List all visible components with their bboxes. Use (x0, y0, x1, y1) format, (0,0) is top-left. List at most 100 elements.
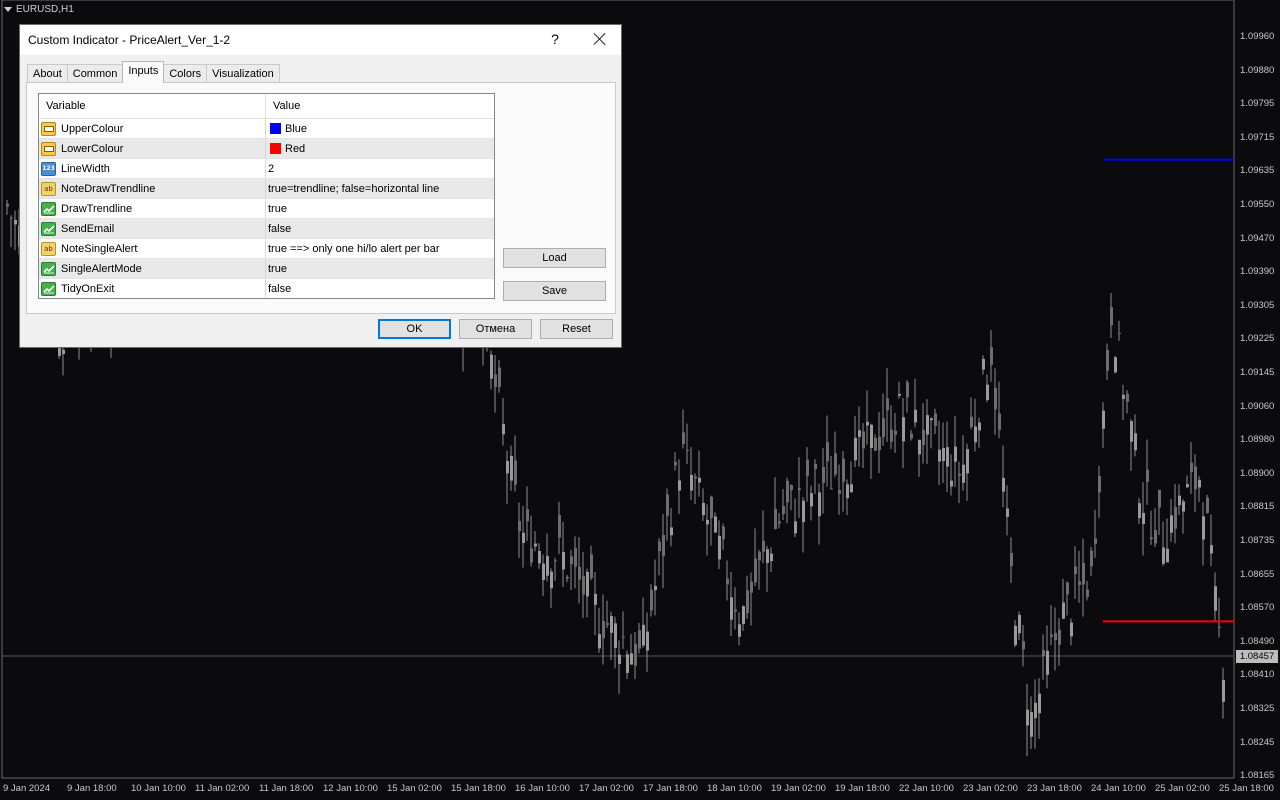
candle-body (10, 217, 13, 219)
color-type-icon (41, 121, 56, 136)
candle-body (890, 429, 893, 442)
variable-name: UpperColour (61, 122, 124, 135)
ok-button[interactable]: OK (378, 319, 451, 339)
candle-body (1126, 393, 1129, 402)
tab-common[interactable]: Common (66, 64, 124, 83)
variable-cell[interactable]: 123 LineWidth (39, 159, 266, 178)
variable-cell[interactable]: SendEmail (39, 219, 266, 238)
inputs-panel: Variable Value UpperColour Blue LowerColou… (26, 82, 616, 314)
table-row[interactable]: TidyOnExit false (39, 279, 494, 298)
time-tick-label: 18 Jan 10:00 (707, 783, 762, 794)
help-button[interactable]: ? (548, 31, 562, 47)
integer-type-icon: 123 (41, 161, 56, 176)
tab-about[interactable]: About (27, 64, 68, 83)
variable-cell[interactable]: TidyOnExit (39, 279, 266, 298)
table-row[interactable]: LowerColour Red (39, 139, 494, 159)
candle-body (1182, 501, 1185, 512)
reset-button[interactable]: Reset (540, 319, 613, 339)
candle-body (666, 494, 669, 516)
candle-body (14, 219, 17, 225)
column-header-variable[interactable]: Variable (39, 94, 266, 118)
candle-body (506, 461, 509, 474)
variable-cell[interactable]: DrawTrendline (39, 199, 266, 218)
candle-body (734, 609, 737, 612)
time-tick-label: 15 Jan 02:00 (387, 783, 442, 794)
cancel-button[interactable]: Отмена (459, 319, 532, 339)
time-tick-label: 16 Jan 10:00 (515, 783, 570, 794)
candle-body (898, 393, 901, 396)
candle-body (598, 634, 601, 649)
value-cell[interactable]: true=trendline; false=horizontal line (266, 179, 439, 198)
table-row[interactable]: DrawTrendline true (39, 199, 494, 219)
value-cell[interactable]: true ==> only one hi/lo alert per bar (266, 239, 440, 258)
value-cell[interactable]: true (266, 199, 287, 218)
candle-body (498, 367, 501, 387)
table-row[interactable]: ab NoteDrawTrendline true=trendline; false… (39, 179, 494, 199)
candle-body (966, 449, 969, 474)
variable-name: SingleAlertMode (61, 262, 142, 275)
candle-body (558, 515, 561, 538)
candle-body (790, 485, 793, 491)
value-cell[interactable]: false (266, 279, 291, 298)
time-tick-label: 11 Jan 18:00 (259, 783, 314, 794)
price-tick-label: 1.08900 (1240, 467, 1275, 479)
save-button[interactable]: Save (503, 281, 606, 301)
value-cell[interactable]: Blue (266, 119, 307, 138)
table-row[interactable]: ab NoteSingleAlert true ==> only one hi/lo… (39, 239, 494, 259)
variable-cell[interactable]: ab NoteSingleAlert (39, 239, 266, 258)
table-row[interactable]: SendEmail false (39, 219, 494, 239)
variable-value: true (268, 202, 287, 215)
table-row[interactable]: UpperColour Blue (39, 119, 494, 139)
load-button[interactable]: Load (503, 248, 606, 268)
value-cell[interactable]: true (266, 259, 287, 278)
candle-body (1038, 693, 1041, 714)
tab-visualization[interactable]: Visualization (206, 64, 280, 83)
candle-body (522, 532, 525, 543)
variable-cell[interactable]: SingleAlertMode (39, 259, 266, 278)
candle-body (622, 636, 625, 638)
price-tick-label: 1.08490 (1240, 635, 1275, 647)
value-cell[interactable]: Red (266, 139, 305, 158)
candle-body (902, 417, 905, 442)
candle-body (634, 643, 637, 666)
candle-body (1138, 503, 1141, 518)
candle-body (810, 493, 813, 507)
price-tick-label: 1.08655 (1240, 568, 1275, 580)
candle-body (978, 422, 981, 431)
variable-name: LineWidth (61, 162, 110, 175)
candle-body (1046, 650, 1049, 675)
candle-body (874, 437, 877, 451)
candle-body (1222, 679, 1225, 702)
variable-cell[interactable]: LowerColour (39, 139, 266, 158)
variable-value: true (268, 262, 287, 275)
value-cell[interactable]: 2 (266, 159, 274, 178)
variable-cell[interactable]: ab NoteDrawTrendline (39, 179, 266, 198)
value-cell[interactable]: false (266, 219, 291, 238)
candle-body (642, 624, 645, 646)
time-tick-label: 11 Jan 02:00 (195, 783, 250, 794)
time-tick-label: 23 Jan 18:00 (1027, 783, 1082, 794)
variable-cell[interactable]: UpperColour (39, 119, 266, 138)
candle-body (1146, 469, 1149, 482)
candle-body (494, 374, 497, 388)
chart-symbol-label[interactable]: EURUSD,H1 (4, 4, 74, 15)
candle-body (878, 436, 881, 451)
candle-body (894, 430, 897, 435)
candle-body (882, 418, 885, 438)
candle-body (686, 449, 689, 451)
candle-body (662, 534, 665, 557)
candle-body (806, 459, 809, 476)
table-row[interactable]: SingleAlertMode true (39, 259, 494, 279)
dialog-titlebar[interactable]: Custom Indicator - PriceAlert_Ver_1-2 ? (20, 25, 621, 55)
tab-colors[interactable]: Colors (163, 64, 208, 83)
tab-inputs[interactable]: Inputs (122, 61, 165, 83)
column-header-value[interactable]: Value (266, 94, 300, 118)
candle-body (1090, 550, 1093, 567)
candle-body (682, 432, 685, 445)
table-row[interactable]: 123 LineWidth 2 (39, 159, 494, 179)
candle-body (614, 623, 617, 648)
current-price-label: 1.08457 (1236, 650, 1278, 663)
close-icon[interactable] (590, 29, 610, 49)
variable-value: 2 (268, 162, 275, 175)
custom-indicator-dialog: Custom Indicator - PriceAlert_Ver_1-2 ? … (19, 24, 622, 348)
